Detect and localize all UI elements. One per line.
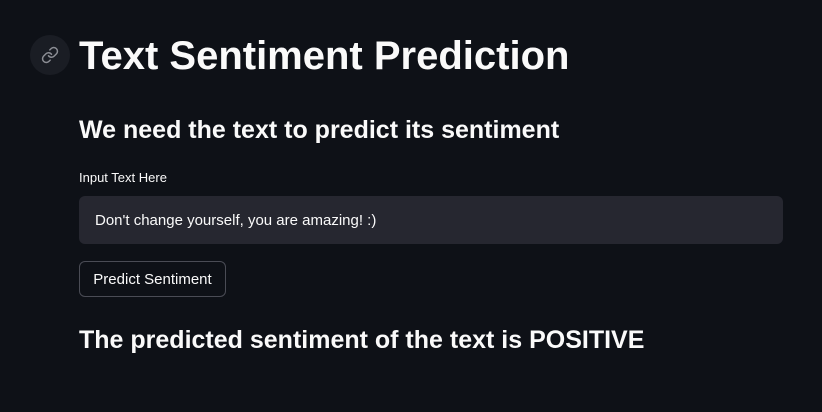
input-label: Input Text Here (79, 170, 167, 185)
app-page: Text Sentiment Prediction We need the te… (0, 0, 822, 412)
text-input[interactable] (79, 196, 783, 244)
prediction-result: The predicted sentiment of the text is P… (79, 326, 645, 354)
page-subtitle: We need the text to predict its sentimen… (79, 116, 560, 144)
link-icon[interactable] (30, 35, 70, 75)
page-title: Text Sentiment Prediction (79, 34, 570, 78)
predict-sentiment-button[interactable]: Predict Sentiment (79, 261, 226, 297)
